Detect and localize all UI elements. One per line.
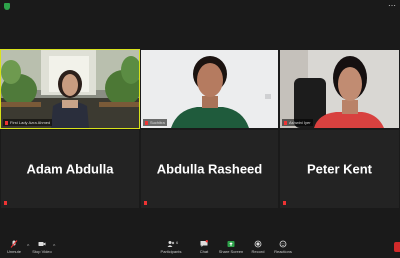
participant-name: Suchitra — [150, 120, 165, 125]
reactions-button[interactable]: Reactions — [268, 240, 298, 254]
muted-mic-icon — [144, 201, 147, 205]
end-meeting-button[interactable] — [394, 242, 400, 252]
muted-mic-icon — [4, 201, 7, 205]
chat-label: Chat — [199, 249, 209, 254]
participant-video — [1, 50, 139, 128]
reactions-label: Reactions — [274, 249, 292, 254]
video-tile-4[interactable]: Adam Abdulla — [1, 130, 139, 208]
video-tile-2[interactable]: Suchitra — [141, 50, 278, 128]
video-options-chevron-up-icon[interactable]: ^ — [53, 244, 55, 250]
participant-video — [141, 50, 278, 128]
participant-name-tag: Ashwini Iyer — [282, 119, 313, 126]
security-shield-icon[interactable] — [4, 3, 10, 10]
muted-mic-icon — [10, 240, 18, 248]
muted-mic-icon — [5, 121, 8, 125]
video-tile-5[interactable]: Abdulla Rasheed — [141, 130, 278, 208]
meeting-toolbar: Unmute ^ Stop Video ^ Participants 6 Cha… — [0, 238, 400, 258]
participant-name: Abdulla Rasheed — [156, 161, 263, 177]
participants-count: 6 — [176, 240, 179, 245]
chat-bubble-icon — [200, 240, 208, 247]
view-options-icon[interactable]: ⋯ — [388, 1, 396, 10]
muted-mic-icon — [145, 121, 148, 125]
participants-label: Participants — [160, 249, 182, 254]
video-tile-3[interactable]: Ashwini Iyer — [280, 50, 399, 128]
participant-video — [280, 50, 399, 128]
participants-button[interactable]: Participants — [156, 240, 186, 254]
participant-name-tag: Suchitra — [143, 119, 167, 126]
share-screen-button[interactable]: Share Screen — [216, 240, 246, 254]
participant-name: Ashwini Iyer — [289, 120, 311, 125]
share-screen-icon — [227, 241, 235, 247]
smiley-add-icon — [279, 240, 287, 248]
unmute-label: Unmute — [6, 249, 21, 254]
record-icon — [254, 240, 262, 248]
muted-mic-icon — [284, 121, 287, 125]
participant-name: First Lady Azra Ahmed — [10, 120, 51, 125]
video-camera-icon — [38, 242, 46, 246]
stop-video-label: Stop Video — [32, 249, 52, 254]
record-label: Record — [251, 249, 265, 254]
chat-button[interactable]: Chat — [189, 240, 219, 254]
participant-name: Adam Abdulla — [26, 161, 114, 177]
unmute-button[interactable]: Unmute — [0, 240, 29, 254]
video-tile-6[interactable]: Peter Kent — [280, 130, 399, 208]
muted-mic-icon — [283, 201, 286, 205]
participants-icon — [167, 241, 175, 247]
video-tile-1[interactable]: First Lady Azra Ahmed — [0, 49, 140, 129]
participant-name-tag: First Lady Azra Ahmed — [3, 119, 53, 126]
top-bar: ⋯ — [0, 0, 400, 14]
share-screen-label: Share Screen — [218, 249, 244, 254]
participant-name: Peter Kent — [306, 161, 373, 177]
